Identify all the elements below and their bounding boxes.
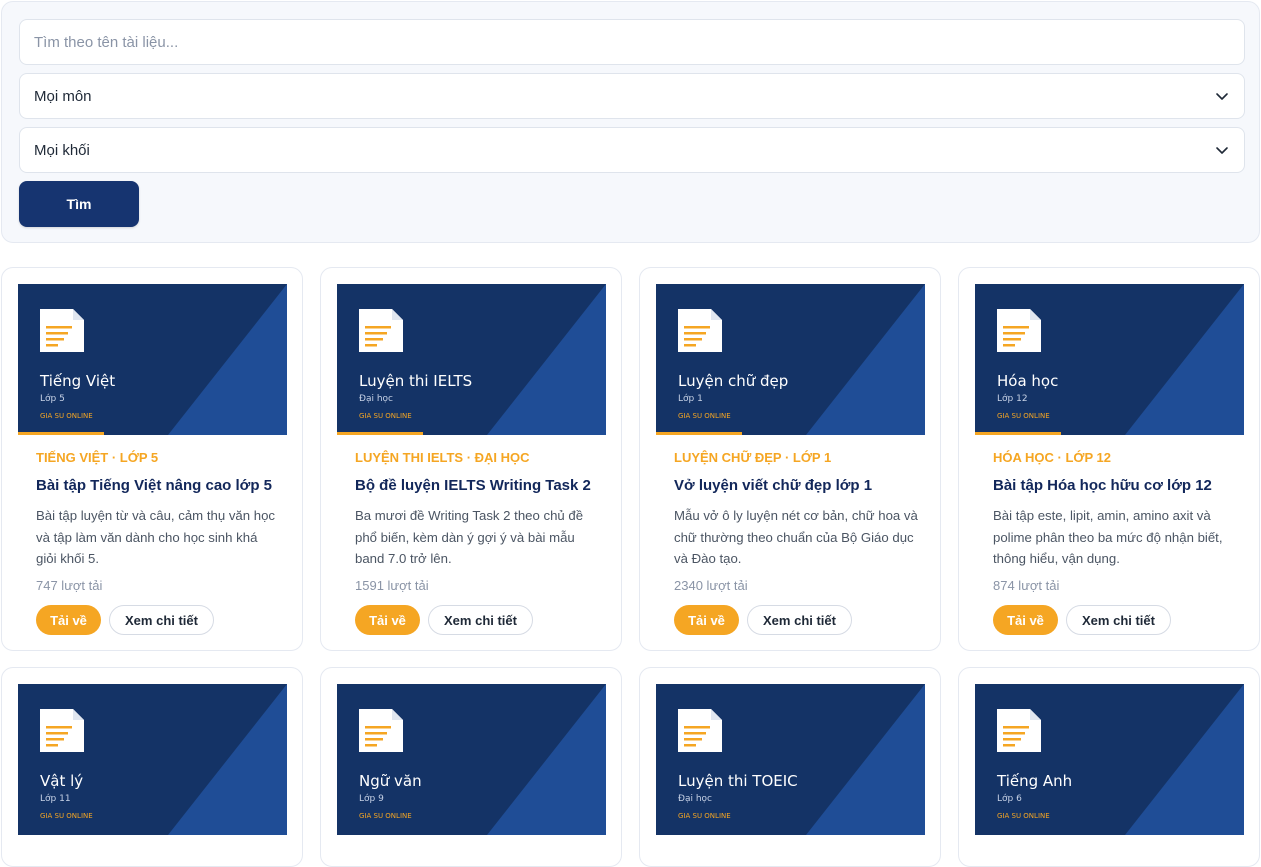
thumbnail-grade: Đại học bbox=[359, 394, 394, 404]
thumbnail-brand: GIA SU ONLINE bbox=[678, 812, 731, 820]
thumbnail-subject: Luyện thi TOEIC bbox=[678, 772, 798, 790]
view-detail-button[interactable]: Xem chi tiết bbox=[747, 605, 852, 635]
grade-select[interactable]: Mọi khối bbox=[19, 127, 1245, 173]
thumbnail-subject: Tiếng Việt bbox=[40, 372, 116, 390]
search-placeholder: Tìm theo tên tài liệu... bbox=[34, 33, 179, 51]
card-description: Mẫu vở ô ly luyện nét cơ bản, chữ hoa và… bbox=[674, 508, 918, 566]
document-card: Tiếng Anh Lớp 6 GIA SU ONLINE bbox=[958, 667, 1260, 867]
document-card: Vật lý Lớp 11 GIA SU ONLINE bbox=[1, 667, 303, 867]
thumbnail-grade: Lớp 1 bbox=[678, 394, 703, 404]
download-button[interactable]: Tải về bbox=[993, 605, 1058, 635]
thumbnail-subject: Luyện thi IELTS bbox=[359, 372, 473, 390]
card-thumbnail[interactable]: Tiếng Việt Lớp 5 GIA SU ONLINE bbox=[18, 284, 287, 435]
document-card: Luyện chữ đẹp Lớp 1 GIA SU ONLINE LUYỆN … bbox=[639, 267, 941, 651]
card-title[interactable]: Bài tập Tiếng Việt nâng cao lớp 5 bbox=[36, 477, 272, 494]
thumbnail-subject: Vật lý bbox=[40, 772, 84, 790]
document-card: Hóa học Lớp 12 GIA SU ONLINE HÓA HỌC · L… bbox=[958, 267, 1260, 651]
document-icon bbox=[40, 709, 84, 752]
card-description: Ba mươi đề Writing Task 2 theo chủ đề ph… bbox=[355, 508, 584, 566]
view-detail-button[interactable]: Xem chi tiết bbox=[1066, 605, 1171, 635]
card-tag: TIẾNG VIỆT · LỚP 5 bbox=[36, 450, 159, 465]
card-description: Bài tập luyện từ và câu, cảm thụ văn học… bbox=[36, 508, 276, 566]
card-thumbnail[interactable]: Luyện chữ đẹp Lớp 1 GIA SU ONLINE bbox=[656, 284, 925, 435]
thumbnail-grade: Lớp 9 bbox=[359, 794, 384, 804]
download-button[interactable]: Tải về bbox=[674, 605, 739, 635]
download-count: 874 lượt tải bbox=[993, 578, 1060, 593]
thumbnail-grade: Lớp 11 bbox=[40, 794, 71, 804]
thumbnail-brand: GIA SU ONLINE bbox=[359, 812, 412, 820]
thumbnail-subject: Hóa học bbox=[997, 372, 1059, 390]
subject-select[interactable]: Mọi môn bbox=[19, 73, 1245, 119]
document-icon bbox=[997, 309, 1041, 352]
grade-select-value: Mọi khối bbox=[34, 141, 90, 159]
subject-select-value: Mọi môn bbox=[34, 87, 92, 105]
document-icon bbox=[997, 709, 1041, 752]
thumbnail-brand: GIA SU ONLINE bbox=[40, 812, 93, 820]
download-count: 1591 lượt tải bbox=[355, 578, 429, 593]
document-card: Luyện thi IELTS Đại học GIA SU ONLINE LU… bbox=[320, 267, 622, 651]
document-icon bbox=[359, 709, 403, 752]
view-detail-button[interactable]: Xem chi tiết bbox=[109, 605, 214, 635]
chevron-down-icon bbox=[1216, 147, 1228, 154]
document-icon bbox=[359, 309, 403, 352]
thumbnail-subject: Luyện chữ đẹp bbox=[678, 372, 789, 390]
card-description: Bài tập este, lipit, amin, amino axit và… bbox=[993, 508, 1223, 566]
download-count: 747 lượt tải bbox=[36, 578, 103, 593]
card-thumbnail[interactable]: Luyện thi TOEIC Đại học GIA SU ONLINE bbox=[656, 684, 925, 835]
thumbnail-grade: Lớp 5 bbox=[40, 394, 65, 404]
view-detail-button[interactable]: Xem chi tiết bbox=[428, 605, 533, 635]
card-tag: LUYỆN THI IELTS · ĐẠI HỌC bbox=[355, 450, 530, 465]
document-icon bbox=[40, 309, 84, 352]
document-card: Tiếng Việt Lớp 5 GIA SU ONLINE TIẾNG VIỆ… bbox=[1, 267, 303, 651]
card-tag: HÓA HỌC · LỚP 12 bbox=[993, 450, 1111, 465]
document-icon bbox=[678, 709, 722, 752]
card-thumbnail[interactable]: Vật lý Lớp 11 GIA SU ONLINE bbox=[18, 684, 287, 835]
download-button[interactable]: Tải về bbox=[36, 605, 101, 635]
card-thumbnail[interactable]: Hóa học Lớp 12 GIA SU ONLINE bbox=[975, 284, 1244, 435]
thumbnail-accent-bar bbox=[975, 432, 1061, 435]
chevron-down-icon bbox=[1216, 93, 1228, 100]
download-button[interactable]: Tải về bbox=[355, 605, 420, 635]
card-thumbnail[interactable]: Tiếng Anh Lớp 6 GIA SU ONLINE bbox=[975, 684, 1244, 835]
thumbnail-brand: GIA SU ONLINE bbox=[359, 412, 412, 420]
search-input[interactable]: Tìm theo tên tài liệu... bbox=[19, 19, 1245, 65]
thumbnail-accent-bar bbox=[656, 432, 742, 435]
card-thumbnail[interactable]: Luyện thi IELTS Đại học GIA SU ONLINE bbox=[337, 284, 606, 435]
card-thumbnail[interactable]: Ngữ văn Lớp 9 GIA SU ONLINE bbox=[337, 684, 606, 835]
document-card: Ngữ văn Lớp 9 GIA SU ONLINE bbox=[320, 667, 622, 867]
filter-panel: Tìm theo tên tài liệu... Mọi môn Mọi khố… bbox=[1, 1, 1260, 243]
card-title[interactable]: Bài tập Hóa học hữu cơ lớp 12 bbox=[993, 477, 1212, 494]
thumbnail-grade: Lớp 12 bbox=[997, 394, 1028, 404]
thumbnail-brand: GIA SU ONLINE bbox=[678, 412, 731, 420]
thumbnail-subject: Ngữ văn bbox=[359, 772, 422, 790]
thumbnail-grade: Đại học bbox=[678, 794, 713, 804]
thumbnail-accent-bar bbox=[337, 432, 423, 435]
document-icon bbox=[678, 309, 722, 352]
thumbnail-brand: GIA SU ONLINE bbox=[40, 412, 93, 420]
thumbnail-subject: Tiếng Anh bbox=[997, 772, 1073, 790]
thumbnail-brand: GIA SU ONLINE bbox=[997, 812, 1050, 820]
card-title[interactable]: Bộ đề luyện IELTS Writing Task 2 bbox=[355, 477, 591, 494]
card-title[interactable]: Vở luyện viết chữ đẹp lớp 1 bbox=[674, 477, 872, 494]
thumbnail-brand: GIA SU ONLINE bbox=[997, 412, 1050, 420]
download-count: 2340 lượt tải bbox=[674, 578, 748, 593]
card-tag: LUYỆN CHỮ ĐẸP · LỚP 1 bbox=[674, 450, 832, 465]
thumbnail-accent-bar bbox=[18, 432, 104, 435]
document-card: Luyện thi TOEIC Đại học GIA SU ONLINE bbox=[639, 667, 941, 867]
thumbnail-grade: Lớp 6 bbox=[997, 794, 1022, 804]
search-button[interactable]: Tìm bbox=[19, 181, 139, 227]
